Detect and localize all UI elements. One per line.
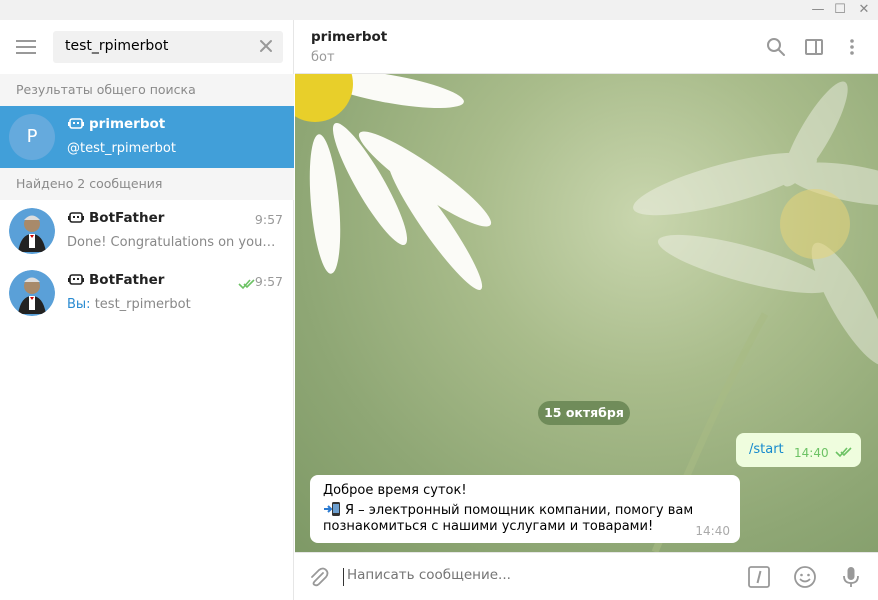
bot-icon: [68, 274, 84, 285]
row-time: 9:57: [254, 274, 283, 289]
maximize-button[interactable]: ☐: [828, 0, 852, 20]
row-preview: Done! Congratulations on your new bot. Y…: [67, 235, 280, 250]
botfather-avatar: [9, 208, 55, 254]
search-icon[interactable]: [765, 36, 787, 58]
chat-status: бот: [311, 50, 335, 65]
message-composer: [295, 552, 878, 600]
botfather-avatar: [9, 270, 55, 316]
text-caret: [343, 568, 344, 586]
row-title-text: BotFather: [89, 272, 165, 288]
chat-title[interactable]: primerbot: [311, 29, 387, 45]
close-window-button[interactable]: ✕: [852, 0, 876, 20]
emoji-icon[interactable]: [793, 565, 817, 589]
message-text[interactable]: /start: [749, 442, 784, 457]
incoming-message[interactable]: Доброе время суток! Я – электронный помо…: [310, 475, 740, 543]
date-separator: 15 октября: [538, 401, 630, 425]
message-line: Я – электронный помощник компании, помог…: [323, 501, 693, 518]
hamburger-menu-icon[interactable]: [16, 40, 36, 54]
row-title-text: primerbot: [89, 116, 166, 132]
message-line: Доброе время суток!: [323, 483, 467, 498]
window-titlebar: — ☐ ✕: [0, 0, 878, 20]
row-preview: Вы: test_rpimerbot: [67, 297, 280, 312]
sidebar-toggle-icon[interactable]: [803, 36, 825, 58]
you-prefix: Вы:: [67, 297, 95, 312]
message-line-text: Я – электронный помощник компании, помог…: [345, 503, 694, 518]
message-time: 14:40: [794, 446, 829, 460]
found-messages-header: Найдено 2 сообщения: [0, 168, 294, 200]
minimize-button[interactable]: —: [806, 0, 830, 20]
sidebar: Результаты общего поиска P primerbot @te…: [0, 20, 294, 600]
search-box: [53, 31, 283, 63]
bot-icon: [68, 118, 84, 129]
row-time: 9:57: [254, 212, 283, 227]
message-result-row[interactable]: BotFather 9:57 Вы: test_rpimerbot: [0, 262, 294, 324]
row-title-text: BotFather: [89, 210, 165, 226]
search-result-primerbot[interactable]: P primerbot @test_rpimerbot: [0, 106, 294, 168]
attach-icon[interactable]: [307, 565, 329, 589]
chat-header: primerbot бот: [295, 20, 878, 74]
row-preview-text: test_rpimerbot: [94, 297, 191, 312]
search-input[interactable]: [65, 38, 245, 54]
row-title: BotFather: [68, 210, 164, 226]
read-checkmarks-icon: [238, 279, 255, 290]
clear-search-icon[interactable]: [257, 37, 275, 55]
row-username: @test_rpimerbot: [67, 141, 176, 156]
search-row: [0, 20, 294, 74]
more-options-icon[interactable]: [841, 36, 863, 58]
avatar: P: [9, 114, 55, 160]
bot-commands-icon[interactable]: [747, 565, 771, 589]
microphone-icon[interactable]: [839, 565, 863, 589]
row-title: primerbot: [68, 116, 165, 132]
outgoing-message[interactable]: /start 14:40: [736, 433, 861, 467]
message-result-row[interactable]: BotFather 9:57 Done! Congratulations on …: [0, 200, 294, 262]
message-line: познакомиться с нашими услугами и товара…: [323, 519, 654, 534]
read-checkmarks-icon: [835, 447, 852, 458]
message-time: 14:40: [695, 524, 730, 538]
message-input[interactable]: [347, 567, 727, 583]
global-results-header: Результаты общего поиска: [0, 74, 294, 106]
bot-icon: [68, 212, 84, 223]
phone-arrow-emoji-icon: [324, 502, 340, 516]
chat-area: 15 октября /start 14:40 Доброе время сут…: [295, 74, 878, 552]
row-title: BotFather: [68, 272, 164, 288]
